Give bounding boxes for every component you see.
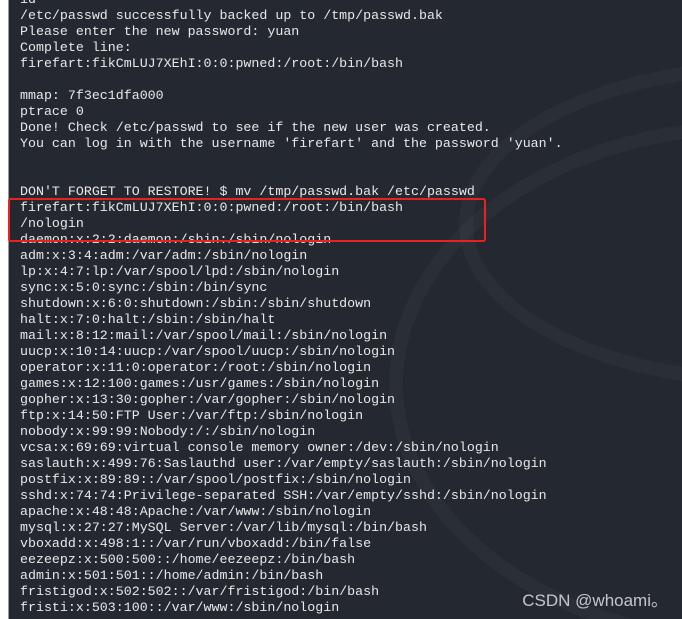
terminal-line: games:x:12:100:games:/usr/games:/sbin/no… bbox=[20, 376, 380, 391]
terminal-line: /etc/passwd successfully backed up to /t… bbox=[20, 8, 443, 23]
terminal-line: sync:x:5:0:sync:/sbin:/bin/sync bbox=[20, 280, 268, 295]
terminal-line: mmap: 7f3ec1dfa000 bbox=[20, 88, 164, 103]
terminal-line: ftp:x:14:50:FTP User:/var/ftp:/sbin/nolo… bbox=[20, 408, 364, 423]
terminal-line: firefart:fikCmLUJ7XEhI:0:0:pwned:/root:/… bbox=[20, 56, 404, 71]
terminal-line: eezeepz:x:500:500::/home/eezeepz:/bin/ba… bbox=[20, 552, 356, 567]
terminal-line: postfix:x:89:89::/var/spool/postfix:/sbi… bbox=[20, 472, 411, 487]
terminal-line: ptrace 0 bbox=[20, 104, 84, 119]
terminal-line: You can log in with the username 'firefa… bbox=[20, 136, 563, 151]
terminal-line: halt:x:7:0:halt:/sbin:/sbin/halt bbox=[20, 312, 276, 327]
terminal-line: mysql:x:27:27:MySQL Server:/var/lib/mysq… bbox=[20, 520, 427, 535]
terminal-line: admin:x:501:501::/home/admin:/bin/bash bbox=[20, 568, 324, 583]
terminal-window[interactable]: id/etc/passwd successfully backed up to … bbox=[8, 0, 682, 619]
terminal-line: Please enter the new password: yuan bbox=[20, 24, 300, 39]
terminal-line: fristigod:x:502:502::/var/fristigod:/bin… bbox=[20, 584, 380, 599]
terminal-line: nobody:x:99:99:Nobody:/:/sbin/nologin bbox=[20, 424, 316, 439]
terminal-line: mail:x:8:12:mail:/var/spool/mail:/sbin/n… bbox=[20, 328, 388, 343]
terminal-output: id/etc/passwd successfully backed up to … bbox=[20, 0, 563, 616]
terminal-line: operator:x:11:0:operator:/root:/sbin/nol… bbox=[20, 360, 372, 375]
terminal-line: apache:x:48:48:Apache:/var/www:/sbin/nol… bbox=[20, 504, 372, 519]
highlight-box bbox=[8, 198, 486, 242]
terminal-line: vboxadd:x:498:1::/var/run/vboxadd:/bin/f… bbox=[20, 536, 372, 551]
terminal-line: gopher:x:13:30:gopher:/var/gopher:/sbin/… bbox=[20, 392, 396, 407]
terminal-line: saslauth:x:499:76:Saslauthd user:/var/em… bbox=[20, 456, 547, 471]
terminal-line: uucp:x:10:14:uucp:/var/spool/uucp:/sbin/… bbox=[20, 344, 396, 359]
terminal-line: fristi:x:503:100::/var/www:/sbin/nologin bbox=[20, 600, 340, 615]
terminal-line: lp:x:4:7:lp:/var/spool/lpd:/sbin/nologin bbox=[20, 264, 340, 279]
terminal-line: Done! Check /etc/passwd to see if the ne… bbox=[20, 120, 491, 135]
terminal-line: Complete line: bbox=[20, 40, 132, 55]
terminal-line: shutdown:x:6:0:shutdown:/sbin:/sbin/shut… bbox=[20, 296, 372, 311]
terminal-line: id bbox=[20, 0, 563, 8]
terminal-line: adm:x:3:4:adm:/var/adm:/sbin/nologin bbox=[20, 248, 308, 263]
watermark: CSDN @whoami。 bbox=[522, 591, 668, 610]
terminal-line: vcsa:x:69:69:virtual console memory owne… bbox=[20, 440, 499, 455]
terminal-line: sshd:x:74:74:Privilege-separated SSH:/va… bbox=[20, 488, 547, 503]
